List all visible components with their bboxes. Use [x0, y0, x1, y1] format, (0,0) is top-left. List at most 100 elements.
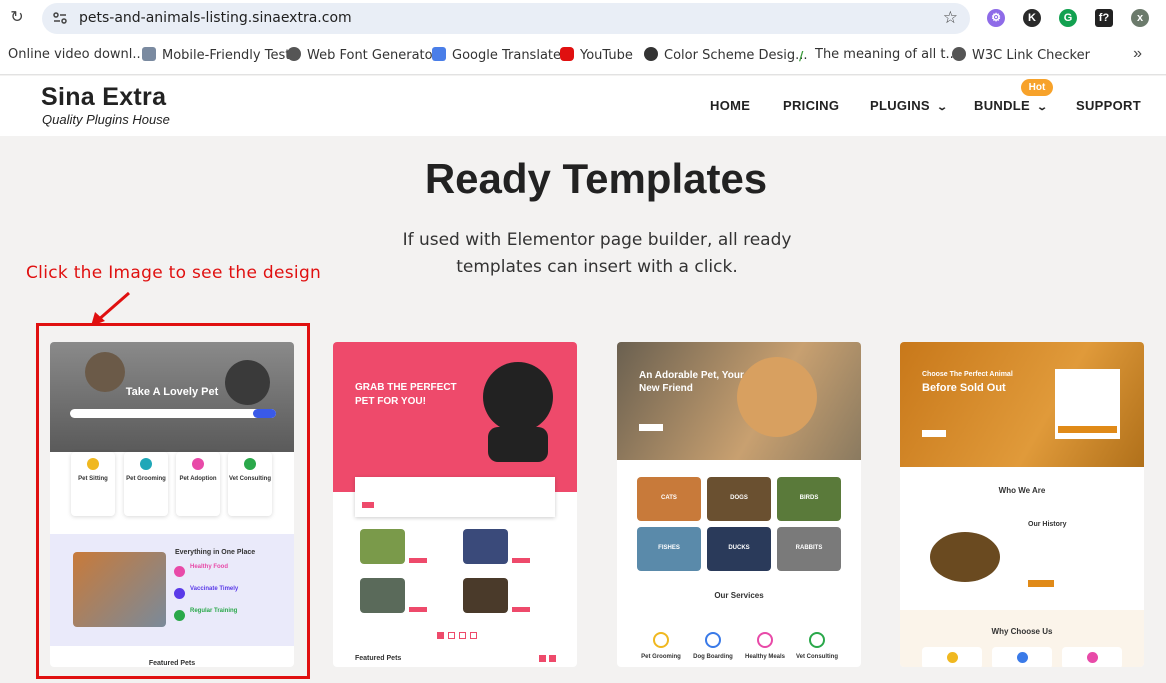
- template-1-hero-title: Take A Lovely Pet: [125, 386, 219, 398]
- template-card-3[interactable]: An Adorable Pet, Your New Friend CATS DO…: [617, 342, 861, 667]
- hot-badge: Hot: [1021, 79, 1053, 96]
- vet-consulting-icon: [244, 458, 256, 470]
- featured-pets-heading: Featured Pets: [355, 655, 402, 662]
- bookmark-item[interactable]: Online video downl...: [8, 47, 145, 62]
- template-card-4[interactable]: Choose The Perfect Animal Before Sold Ou…: [900, 342, 1144, 667]
- bookmark-item[interactable]: Color Scheme Desig...: [644, 47, 808, 63]
- why-icon: [1017, 652, 1028, 663]
- site-header: Sina Extra Quality Plugins House HOME PR…: [0, 76, 1166, 136]
- healthy-meals-icon: [757, 632, 773, 648]
- pagination-dot: [459, 632, 466, 639]
- nav-bundle[interactable]: BUNDLE ⌄: [974, 98, 1048, 113]
- reload-icon[interactable]: ↻: [7, 8, 27, 28]
- cat-photo: [73, 552, 166, 627]
- template-4-form-button: [1058, 426, 1117, 433]
- dog-boarding-icon: [705, 632, 721, 648]
- youtube-icon: [560, 47, 574, 61]
- extension-font-icon[interactable]: f?: [1095, 9, 1113, 27]
- template-1-search-bar: [70, 409, 276, 418]
- extension-k-icon[interactable]: K: [1023, 9, 1041, 27]
- code-icon: /: [799, 49, 804, 63]
- healthy-food-icon: [174, 566, 185, 577]
- nav-support[interactable]: SUPPORT: [1076, 98, 1141, 113]
- feature-label: Vaccinate Timely: [190, 586, 239, 592]
- service-label: Vet Consulting: [796, 654, 838, 660]
- service-label: Healthy Meals: [744, 654, 786, 660]
- site-logo-title[interactable]: Sina Extra: [41, 83, 166, 112]
- pagination-dot: [470, 632, 477, 639]
- template-3-hero-button: [639, 424, 663, 431]
- bookmark-item[interactable]: W3C Link Checker: [952, 47, 1090, 63]
- bookmark-item[interactable]: Web Font Generator: [287, 47, 438, 63]
- feature-label: Healthy Food: [190, 564, 229, 570]
- bookmark-item[interactable]: / The meaning of all t...: [799, 47, 958, 63]
- template-4-kicker: Choose The Perfect Animal: [922, 371, 1013, 378]
- translate-icon: [432, 47, 446, 61]
- pet-grooming-icon: [653, 632, 669, 648]
- extension-gear-icon[interactable]: ⚙: [987, 9, 1005, 27]
- service-label: Pet Grooming: [641, 654, 681, 660]
- pet-photo: [360, 578, 405, 613]
- globe-icon: [952, 47, 966, 61]
- category-label: FISHES: [658, 545, 680, 551]
- url-text[interactable]: pets-and-animals-listing.sinaextra.com: [79, 10, 352, 26]
- site-settings-icon[interactable]: [52, 10, 68, 26]
- pet-details-button: [409, 558, 427, 563]
- bookmark-star-icon[interactable]: ☆: [943, 8, 958, 28]
- cat-image: [225, 360, 270, 405]
- nav-pricing[interactable]: PRICING: [783, 98, 839, 113]
- click-instruction: Click the Image to see the design: [26, 263, 322, 283]
- page-subtitle: If used with Elementor page builder, all…: [402, 230, 792, 277]
- bookmark-item[interactable]: Mobile-Friendly Test: [142, 47, 290, 63]
- pet-sitting-icon: [87, 458, 99, 470]
- template-card-1[interactable]: Take A Lovely Pet Pet Sitting Pet Groomi…: [50, 342, 294, 667]
- bulldog-body: [488, 427, 548, 462]
- history-button: [1028, 580, 1054, 587]
- template-2-filter-box: [355, 477, 555, 517]
- category-label: BIRDS: [799, 495, 819, 501]
- template-4-hero-button: [922, 430, 946, 437]
- why-icon: [1087, 652, 1098, 663]
- robot-icon: [142, 47, 156, 61]
- why-icon: [947, 652, 958, 663]
- who-we-are-heading: Who We Are: [998, 486, 1046, 495]
- service-label: Dog Boarding: [693, 654, 733, 660]
- nav-plugins[interactable]: PLUGINS ⌄: [870, 98, 948, 113]
- dog-photo: [930, 532, 1000, 582]
- globe-icon: [287, 47, 301, 61]
- history-heading: Our History: [1028, 521, 1067, 528]
- bulldog-image: [483, 362, 553, 432]
- pagination-dot: [448, 632, 455, 639]
- carousel-next: [549, 655, 556, 662]
- template-3-hero-title: An Adorable Pet, Your New Friend: [639, 370, 744, 394]
- template-card-2[interactable]: GRAB THE PERFECT PET FOR YOU! Featured P…: [333, 342, 577, 667]
- nav-home[interactable]: HOME: [710, 98, 750, 113]
- pet-adoption-icon: [192, 458, 204, 470]
- features-heading: Everything in One Place: [175, 549, 256, 556]
- template-2-hero-title: GRAB THE PERFECT PET FOR YOU!: [355, 382, 457, 407]
- category-label: DOGS: [730, 495, 748, 501]
- service-label: Pet Sitting: [78, 476, 108, 482]
- browser-toolbar: ↻ pets-and-animals-listing.sinaextra.com…: [0, 0, 1166, 37]
- pet-details-button: [512, 558, 530, 563]
- kitten-image: [737, 357, 817, 437]
- extension-grammarly-icon[interactable]: G: [1059, 9, 1077, 27]
- pagination-dot: [437, 632, 444, 639]
- template-1-search-button: [253, 409, 276, 418]
- service-label: Pet Grooming: [126, 476, 166, 482]
- palette-icon: [644, 47, 658, 61]
- training-icon: [174, 610, 185, 621]
- pet-photo: [360, 529, 405, 564]
- bookmark-item[interactable]: YouTube: [560, 47, 633, 63]
- more-bookmarks-icon[interactable]: »: [1133, 45, 1142, 63]
- filter-button: [362, 502, 374, 508]
- bookmark-item[interactable]: Google Translate: [432, 47, 561, 63]
- pet-photo: [463, 578, 508, 613]
- site-logo-tagline: Quality Plugins House: [42, 112, 170, 127]
- service-label: Pet Adoption: [179, 476, 217, 482]
- pet-photo: [463, 529, 508, 564]
- category-label: RABBITS: [795, 545, 823, 551]
- extension-profile-icon[interactable]: x: [1131, 9, 1149, 27]
- address-bar[interactable]: pets-and-animals-listing.sinaextra.com ☆: [42, 3, 970, 34]
- services-heading: Our Services: [714, 591, 764, 600]
